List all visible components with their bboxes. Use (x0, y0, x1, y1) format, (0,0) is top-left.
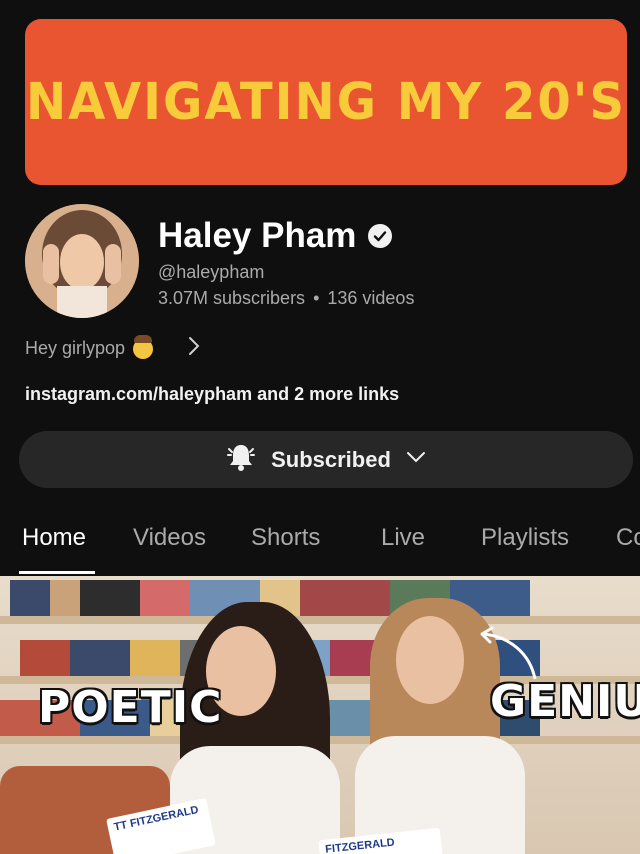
channel-handle: @haleypham (158, 262, 265, 282)
subscribed-button[interactable]: Subscribed (19, 431, 633, 488)
channel-description[interactable]: Hey girlypop (25, 334, 201, 361)
channel-banner: NAVIGATING MY 20'S (25, 19, 627, 185)
tab-live[interactable]: Live (381, 524, 425, 552)
bell-ringing-icon (225, 441, 257, 478)
channel-stats: 3.07M subscribers • 136 videos (158, 288, 414, 309)
channel-links[interactable]: instagram.com/haleypham and 2 more links (25, 384, 399, 405)
thumbnail-word-left: POETIC (38, 682, 223, 733)
active-tab-indicator (19, 571, 95, 574)
person-right-face (396, 616, 464, 704)
channel-page: NAVIGATING MY 20'S Haley Pham @haleypham… (0, 0, 640, 854)
check-circle-icon (368, 224, 393, 248)
cowboy-emoji-icon (133, 334, 154, 359)
featured-video-thumbnail[interactable]: POETIC GENIUS TT FITZGERALD FITZGERALD (0, 576, 640, 854)
chevron-down-icon (405, 450, 427, 469)
subscriber-count: 3.07M subscribers (158, 288, 306, 308)
subscribed-label: Subscribed (271, 446, 391, 472)
channel-avatar[interactable] (25, 204, 139, 318)
banner-title: NAVIGATING MY 20'S (25, 72, 627, 132)
tab-videos[interactable]: Videos (133, 524, 206, 552)
shelf (0, 616, 640, 624)
video-count: 136 videos (327, 288, 415, 308)
description-text: Hey girlypop (25, 338, 126, 358)
tab-playlists[interactable]: Playlists (481, 524, 569, 552)
tab-home[interactable]: Home (22, 524, 86, 552)
tab-community[interactable]: Co (616, 524, 640, 552)
chevron-right-icon (187, 336, 201, 361)
channel-name-text: Haley Pham (158, 216, 357, 255)
arrow-icon (480, 626, 537, 680)
avatar-illustration (25, 204, 139, 318)
channel-title: Haley Pham (158, 216, 393, 256)
tab-shorts[interactable]: Shorts (251, 524, 320, 552)
book-row (10, 580, 610, 616)
stats-separator: • (313, 288, 320, 308)
channel-tabs: Home Videos Shorts Live Playlists Co (0, 510, 640, 576)
